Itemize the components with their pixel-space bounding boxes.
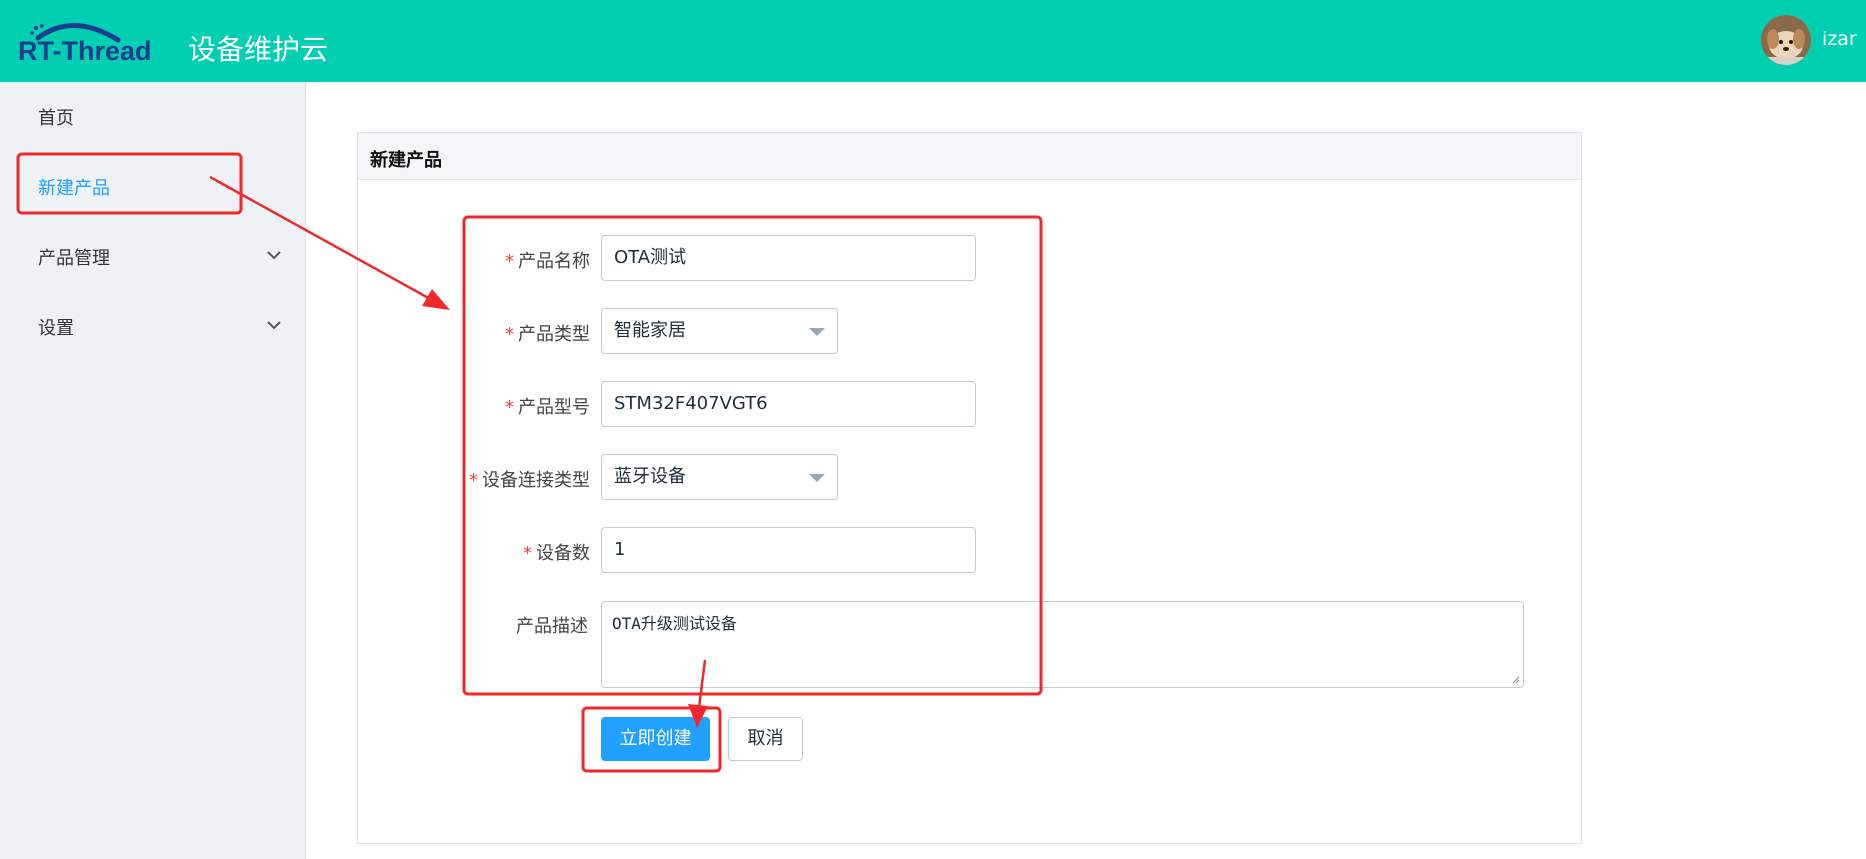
sidebar-item-new-product[interactable]: 新建产品 bbox=[0, 162, 306, 208]
product-model-label: * 产品型号 bbox=[505, 397, 590, 418]
sidebar: 首页 新建产品 产品管理 设置 bbox=[0, 82, 306, 859]
username[interactable]: izar bbox=[1822, 28, 1857, 50]
create-now-button[interactable]: 立即创建 bbox=[601, 717, 710, 761]
card-header: 新建产品 bbox=[358, 133, 1581, 180]
sidebar-item-label: 产品管理 bbox=[38, 248, 110, 269]
description-label: 产品描述 bbox=[516, 616, 588, 637]
chevron-down-icon bbox=[267, 321, 281, 330]
connection-type-value: 蓝牙设备 bbox=[614, 466, 686, 487]
connection-type-select[interactable]: 蓝牙设备 bbox=[601, 454, 838, 500]
product-type-select[interactable]: 智能家居 bbox=[601, 308, 838, 354]
product-name-label: * 产品名称 bbox=[505, 251, 590, 272]
connection-type-label: * 设备连接类型 bbox=[469, 470, 590, 491]
sidebar-item-home[interactable]: 首页 bbox=[0, 92, 306, 138]
product-type-label: * 产品类型 bbox=[505, 324, 590, 345]
cancel-button[interactable]: 取消 bbox=[728, 717, 803, 761]
sidebar-item-label: 首页 bbox=[38, 108, 74, 129]
sidebar-item-label: 新建产品 bbox=[38, 178, 110, 199]
logo-text: RT-Thread bbox=[18, 36, 152, 66]
caret-down-icon bbox=[809, 328, 825, 336]
sidebar-item-product-management[interactable]: 产品管理 bbox=[0, 232, 306, 278]
resize-grip-icon[interactable] bbox=[1510, 674, 1520, 684]
rt-thread-logo[interactable]: RT-Thread bbox=[18, 18, 170, 66]
device-count-input[interactable]: 1 bbox=[601, 527, 976, 573]
product-model-input[interactable]: STM32F407VGT6 bbox=[601, 381, 976, 427]
top-header: RT-Thread 设备维护云 izar bbox=[0, 0, 1866, 82]
product-type-value: 智能家居 bbox=[614, 320, 686, 341]
sidebar-item-label: 设置 bbox=[38, 318, 74, 339]
user-avatar[interactable] bbox=[1761, 15, 1811, 65]
description-value: OTA升级测试设备 bbox=[612, 614, 737, 633]
sidebar-item-settings[interactable]: 设置 bbox=[0, 302, 306, 348]
app-title: 设备维护云 bbox=[188, 33, 329, 66]
product-name-input[interactable]: OTA测试 bbox=[601, 235, 976, 281]
caret-down-icon bbox=[809, 474, 825, 482]
chevron-down-icon bbox=[267, 251, 281, 260]
description-textarea[interactable]: OTA升级测试设备 bbox=[601, 601, 1524, 688]
card-title: 新建产品 bbox=[370, 150, 442, 171]
device-count-label: * 设备数 bbox=[523, 543, 590, 564]
dog-avatar-icon bbox=[1761, 15, 1811, 65]
